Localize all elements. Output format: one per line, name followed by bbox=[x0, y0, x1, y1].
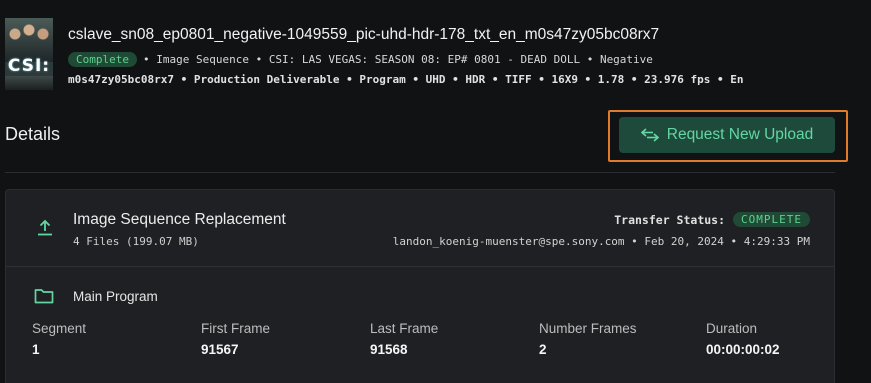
column-header: Segment bbox=[32, 321, 87, 336]
request-new-upload-label: Request New Upload bbox=[666, 126, 814, 143]
upload-icon bbox=[38, 219, 52, 236]
asset-meta-line1: Complete • Image Sequence • CSI: LAS VEG… bbox=[68, 52, 653, 67]
column-value: 1 bbox=[32, 342, 40, 357]
swap-arrows-icon bbox=[640, 128, 659, 142]
thumbnail-logo: CSI: bbox=[7, 56, 51, 76]
column-header: Last Frame bbox=[370, 321, 439, 336]
column-value: 91567 bbox=[201, 342, 239, 357]
last-frame-column: Last Frame 91568 bbox=[370, 321, 438, 357]
folder-icon bbox=[34, 289, 54, 304]
upload-card-header: Image Sequence Replacement 4 Files (199.… bbox=[6, 190, 834, 267]
column-header: Number Frames bbox=[539, 321, 637, 336]
asset-meta-line2: m0s47zy05bc08rx7 • Production Deliverabl… bbox=[68, 73, 744, 86]
first-frame-column: First Frame 91567 bbox=[201, 321, 270, 357]
column-value: 91568 bbox=[370, 342, 408, 357]
asset-thumbnail: CSI: bbox=[5, 18, 53, 90]
submitted-by: landon_koenig-muenster@spe.sony.com • Fe… bbox=[392, 235, 810, 248]
duration-column: Duration 00:00:00:02 bbox=[706, 321, 780, 357]
request-new-upload-button[interactable]: Request New Upload bbox=[619, 117, 835, 153]
file-count: 4 Files (199.07 MB) bbox=[73, 235, 199, 248]
asset-meta-text: • Image Sequence • CSI: LAS VEGAS: SEASO… bbox=[142, 53, 653, 66]
segment-column: Segment 1 bbox=[32, 321, 86, 357]
upload-card: Image Sequence Replacement 4 Files (199.… bbox=[5, 189, 835, 383]
thumbnail-footer bbox=[5, 76, 53, 90]
transfer-status-badge: COMPLETE bbox=[733, 212, 810, 227]
asset-header: CSI: cslave_sn08_ep0801_negative-1049559… bbox=[0, 0, 871, 100]
asset-title: cslave_sn08_ep0801_negative-1049559_pic-… bbox=[68, 26, 660, 43]
divider bbox=[5, 172, 835, 173]
status-badge: Complete bbox=[68, 52, 137, 67]
column-value: 00:00:00:02 bbox=[706, 342, 780, 357]
program-label: Main Program bbox=[73, 289, 158, 304]
details-heading: Details bbox=[5, 124, 61, 144]
transfer-status: Transfer Status: COMPLETE bbox=[614, 212, 810, 227]
upload-card-title: Image Sequence Replacement bbox=[73, 211, 286, 228]
column-header: First Frame bbox=[201, 321, 270, 336]
column-value: 2 bbox=[539, 342, 547, 357]
number-frames-column: Number Frames 2 bbox=[539, 321, 637, 357]
transfer-status-label: Transfer Status: bbox=[614, 212, 726, 227]
column-header: Duration bbox=[706, 321, 758, 336]
